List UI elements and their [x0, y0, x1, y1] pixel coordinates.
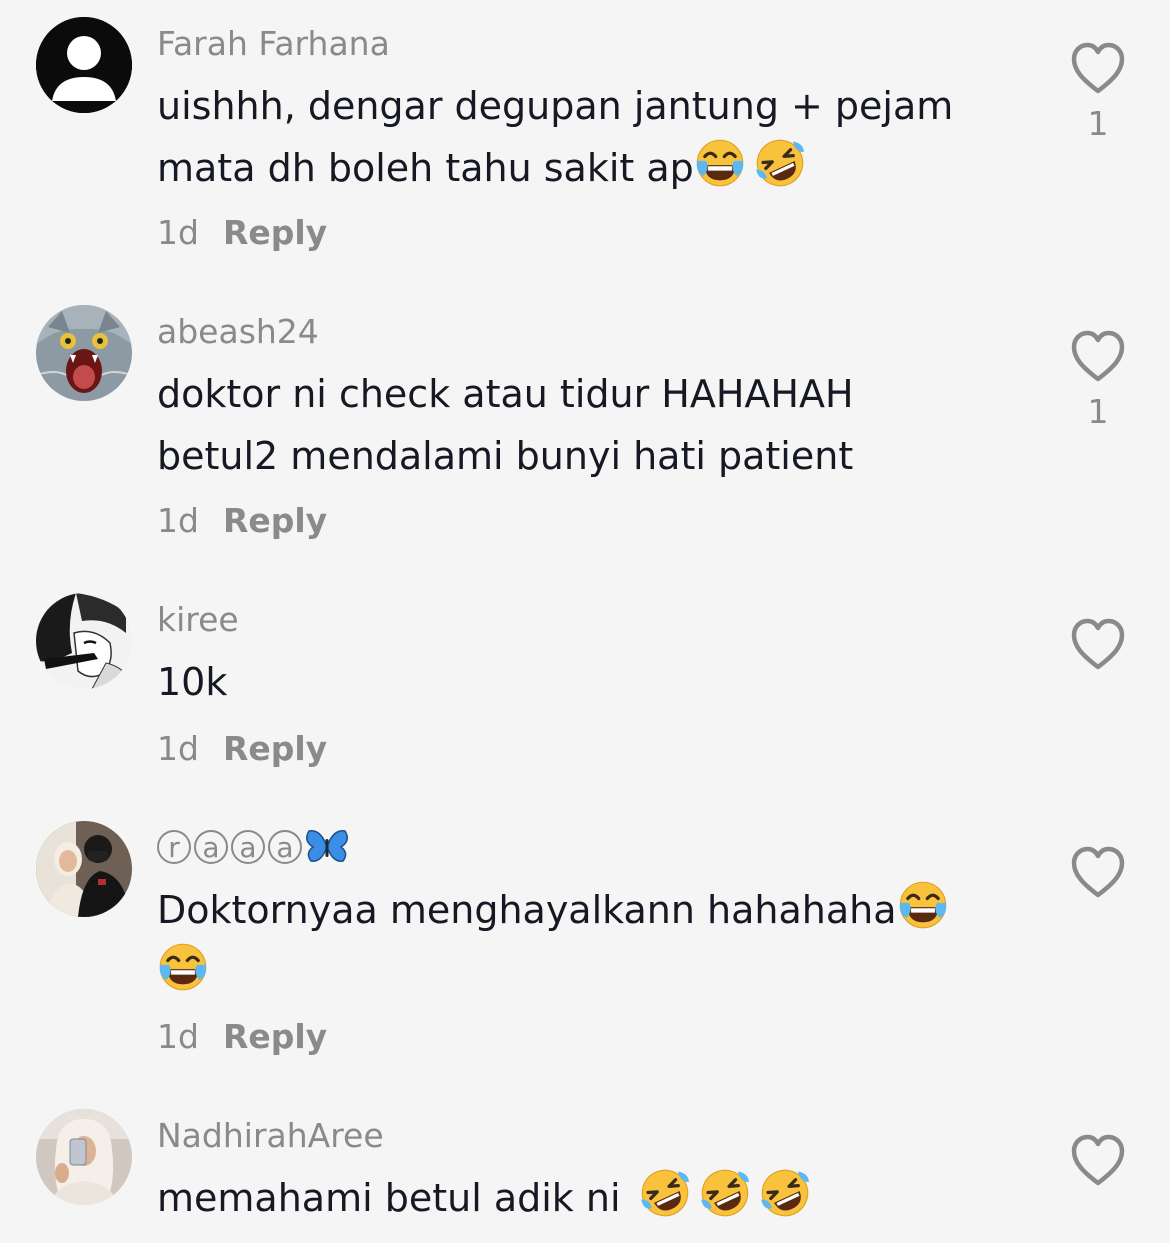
- selfie-photo-icon: [36, 1109, 132, 1205]
- face-with-tears-of-joy-emoji: [694, 137, 746, 189]
- comment-text: doktor ni check atau tidur HAHAHAH betul…: [157, 363, 1007, 487]
- reply-button[interactable]: Reply: [223, 213, 327, 252]
- heart-icon[interactable]: [1068, 843, 1128, 903]
- comment-text-fragment: mata dh boleh tahu sakit ap: [157, 146, 694, 190]
- comment-time: 1d: [157, 213, 199, 252]
- like-control[interactable]: [1068, 843, 1128, 911]
- comment-text-line: memahami betul adik ni: [157, 1167, 1007, 1229]
- like-count: 1: [1087, 104, 1109, 143]
- comment-meta: 1d Reply: [157, 1020, 327, 1053]
- heart-icon[interactable]: [1068, 1131, 1128, 1191]
- comment-text-line: betul2 mendalami bunyi hati patient: [157, 434, 854, 478]
- comment-meta: 1d Reply: [157, 732, 327, 765]
- face-with-tears-of-joy-emoji: [897, 879, 949, 931]
- avatar[interactable]: [36, 17, 132, 113]
- avatar[interactable]: [36, 1109, 132, 1205]
- face-with-tears-of-joy-emoji: [157, 941, 209, 993]
- avatar[interactable]: [36, 593, 132, 689]
- heart-icon[interactable]: [1068, 615, 1128, 675]
- heart-icon[interactable]: [1068, 327, 1128, 387]
- heart-icon[interactable]: [1068, 39, 1128, 99]
- avatar[interactable]: [36, 305, 132, 401]
- comment-text: 10k: [157, 651, 1007, 713]
- comment-text-fragment: memahami betul adik ni: [157, 1176, 621, 1220]
- username-letter: r: [157, 830, 191, 864]
- like-control[interactable]: [1068, 615, 1128, 683]
- rolling-on-floor-laughing-emoji: [699, 1167, 751, 1219]
- comment-meta: 1d Reply: [157, 504, 327, 537]
- couple-photo-icon: [36, 821, 132, 917]
- comment-username[interactable]: raaa: [157, 827, 349, 867]
- screaming-cat-icon: [36, 305, 132, 401]
- comment-text-line: Doktornyaa menghayalkann hahahaha: [157, 879, 1007, 941]
- reply-button[interactable]: Reply: [223, 1017, 327, 1056]
- reply-button[interactable]: Reply: [223, 729, 327, 768]
- comment-username[interactable]: abeash24: [157, 315, 319, 348]
- username-letter: a: [231, 830, 265, 864]
- rolling-on-floor-laughing-emoji: [759, 1167, 811, 1219]
- reply-button[interactable]: Reply: [223, 501, 327, 540]
- like-count: 1: [1087, 392, 1109, 431]
- comment-text-line: 10k: [157, 660, 228, 704]
- comment-time: 1d: [157, 501, 199, 540]
- avatar[interactable]: [36, 821, 132, 917]
- comment-time: 1d: [157, 1017, 199, 1056]
- username-letter: a: [268, 830, 302, 864]
- comment-text-line: [157, 941, 1007, 1003]
- like-control[interactable]: 1: [1068, 327, 1128, 428]
- like-control[interactable]: 1: [1068, 39, 1128, 140]
- comment-username[interactable]: Farah Farhana: [157, 27, 390, 60]
- default-user-icon: [36, 17, 132, 113]
- comment-meta: 1d Reply: [157, 216, 327, 249]
- comment-text: memahami betul adik ni: [157, 1167, 1007, 1229]
- rolling-on-floor-laughing-emoji: [639, 1167, 691, 1219]
- butterfly-emoji: [306, 830, 348, 862]
- username-letter: a: [194, 830, 228, 864]
- like-control[interactable]: [1068, 1131, 1128, 1191]
- comment-text: uishhh, dengar degupan jantung + pejam m…: [157, 75, 1007, 199]
- manga-portrait-icon: [36, 593, 132, 689]
- comment-text-line: uishhh, dengar degupan jantung + pejam: [157, 84, 954, 128]
- comment-text-line: doktor ni check atau tidur HAHAHAH: [157, 372, 854, 416]
- rolling-on-floor-laughing-emoji: [754, 137, 806, 189]
- comment-username[interactable]: kiree: [157, 603, 239, 636]
- comment-text: Doktornyaa menghayalkann hahahaha: [157, 879, 1007, 1003]
- comment-username[interactable]: NadhirahAree: [157, 1119, 384, 1152]
- comment-text-line: mata dh boleh tahu sakit ap: [157, 137, 1007, 199]
- comment-text-fragment: Doktornyaa menghayalkann hahahaha: [157, 888, 897, 932]
- comment-time: 1d: [157, 729, 199, 768]
